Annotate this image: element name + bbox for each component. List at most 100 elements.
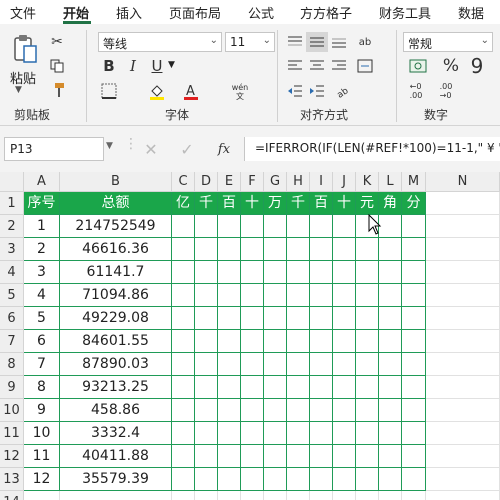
table-cell-digit[interactable]: [287, 376, 310, 399]
increase-decimal-icon[interactable]: ←0.00: [403, 80, 429, 102]
table-cell-digit[interactable]: [402, 376, 426, 399]
table-cell-digit[interactable]: [172, 353, 195, 376]
table-cell-digit[interactable]: [264, 261, 287, 284]
underline-dropdown-icon[interactable]: ▼: [168, 60, 175, 70]
font-size-dropdown[interactable]: 11 ⌄: [225, 32, 275, 52]
align-center-icon[interactable]: [306, 56, 328, 76]
table-cell-index[interactable]: 1: [24, 215, 60, 238]
column-header-E[interactable]: E: [218, 172, 241, 192]
align-top-icon[interactable]: [284, 32, 306, 52]
chevron-down-icon[interactable]: ▼: [106, 141, 113, 151]
table-cell-digit[interactable]: [333, 330, 356, 353]
table-cell-digit[interactable]: [264, 330, 287, 353]
tab-page-layout[interactable]: 页面布局: [169, 3, 221, 22]
empty-cell[interactable]: [172, 491, 195, 500]
table-cell-digit[interactable]: [195, 215, 218, 238]
table-cell-digit[interactable]: [333, 261, 356, 284]
table-cell-digit[interactable]: [241, 261, 264, 284]
column-header-J[interactable]: J: [333, 172, 356, 192]
tab-data[interactable]: 数据: [458, 3, 484, 22]
number-format-dropdown[interactable]: 常规 ⌄: [403, 32, 493, 52]
formula-input[interactable]: =IFERROR(IF(LEN(#REF!*100)=11-1," ¥ ",: [244, 137, 500, 161]
table-cell-index[interactable]: 8: [24, 376, 60, 399]
table-cell-digit[interactable]: [310, 284, 333, 307]
table-cell-digit[interactable]: [218, 376, 241, 399]
table-cell-amount[interactable]: 71094.86: [60, 284, 172, 307]
select-all-corner[interactable]: [0, 172, 24, 192]
column-header-B[interactable]: B: [60, 172, 172, 192]
align-left-icon[interactable]: [284, 56, 306, 76]
align-right-icon[interactable]: [328, 56, 350, 76]
row-header-5[interactable]: 5: [0, 284, 24, 307]
table-cell-digit[interactable]: [426, 376, 500, 399]
italic-icon[interactable]: I: [122, 56, 144, 76]
tab-finance-tools[interactable]: 财务工具: [379, 3, 431, 22]
table-cell-digit[interactable]: [333, 353, 356, 376]
table-cell-digit[interactable]: [172, 399, 195, 422]
table-cell-digit[interactable]: [195, 261, 218, 284]
cancel-icon[interactable]: ✕: [140, 138, 162, 160]
table-header-cell[interactable]: 分: [402, 192, 426, 215]
table-cell-digit[interactable]: [310, 468, 333, 491]
table-cell-digit[interactable]: [287, 353, 310, 376]
table-cell-digit[interactable]: [195, 399, 218, 422]
table-cell-digit[interactable]: [310, 376, 333, 399]
table-cell-amount[interactable]: 3332.4: [60, 422, 172, 445]
accounting-format-icon[interactable]: [403, 56, 437, 76]
table-cell-digit[interactable]: [287, 422, 310, 445]
table-cell-amount[interactable]: 214752549: [60, 215, 172, 238]
table-cell-index[interactable]: 12: [24, 468, 60, 491]
table-cell-digit[interactable]: [333, 215, 356, 238]
table-cell-digit[interactable]: [172, 376, 195, 399]
table-cell-digit[interactable]: [333, 445, 356, 468]
column-header-F[interactable]: F: [241, 172, 264, 192]
table-cell-digit[interactable]: [379, 376, 402, 399]
table-header-cell[interactable]: 十: [241, 192, 264, 215]
table-cell-digit[interactable]: [426, 238, 500, 261]
table-cell-digit[interactable]: [379, 422, 402, 445]
table-cell-digit[interactable]: [287, 238, 310, 261]
table-cell-index[interactable]: 9: [24, 399, 60, 422]
table-cell-digit[interactable]: [287, 307, 310, 330]
table-cell-digit[interactable]: [426, 261, 500, 284]
table-cell-digit[interactable]: [172, 215, 195, 238]
table-cell-digit[interactable]: [287, 468, 310, 491]
table-cell-digit[interactable]: [310, 353, 333, 376]
row-header-1[interactable]: 1: [0, 192, 24, 215]
table-cell-digit[interactable]: [379, 445, 402, 468]
table-cell-digit[interactable]: [402, 215, 426, 238]
table-cell-index[interactable]: 10: [24, 422, 60, 445]
table-cell-index[interactable]: 2: [24, 238, 60, 261]
table-cell-digit[interactable]: [356, 307, 379, 330]
empty-cell[interactable]: [195, 491, 218, 500]
tab-home[interactable]: 开始: [63, 3, 89, 22]
phonetic-icon[interactable]: wén 文: [228, 80, 252, 104]
table-cell-digit[interactable]: [172, 468, 195, 491]
table-cell-digit[interactable]: [172, 284, 195, 307]
table-cell-amount[interactable]: 61141.7: [60, 261, 172, 284]
column-header-C[interactable]: C: [172, 172, 195, 192]
row-header-12[interactable]: 12: [0, 445, 24, 468]
table-cell-index[interactable]: 6: [24, 330, 60, 353]
table-cell-digit[interactable]: [287, 330, 310, 353]
table-cell-digit[interactable]: [333, 468, 356, 491]
table-cell-digit[interactable]: [402, 307, 426, 330]
table-cell-digit[interactable]: [264, 215, 287, 238]
row-header-3[interactable]: 3: [0, 238, 24, 261]
align-bottom-icon[interactable]: [328, 32, 350, 52]
table-cell-digit[interactable]: [379, 238, 402, 261]
table-cell-digit[interactable]: [241, 284, 264, 307]
table-cell-digit[interactable]: [264, 445, 287, 468]
table-header-cell[interactable]: 序号: [24, 192, 60, 215]
table-cell-digit[interactable]: [333, 238, 356, 261]
table-cell-digit[interactable]: [241, 468, 264, 491]
table-header-cell[interactable]: 千: [287, 192, 310, 215]
underline-icon[interactable]: U: [146, 56, 168, 76]
decrease-decimal-icon[interactable]: .00 →0: [433, 80, 459, 102]
table-header-cell[interactable]: 千: [195, 192, 218, 215]
table-cell-digit[interactable]: [264, 399, 287, 422]
table-cell-digit[interactable]: [402, 353, 426, 376]
table-cell-digit[interactable]: [402, 284, 426, 307]
row-header-9[interactable]: 9: [0, 376, 24, 399]
empty-cell[interactable]: [24, 491, 60, 500]
